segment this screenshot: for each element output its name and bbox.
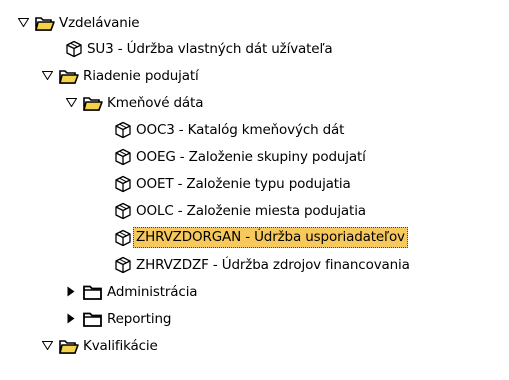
folder-closed-icon xyxy=(83,283,103,301)
tree-node-label: ZHRVZDZF - Údržba zdrojov financovania xyxy=(136,256,410,273)
cube-icon xyxy=(65,40,83,58)
tree-folder-node[interactable]: Riadenie podujatí xyxy=(40,62,199,89)
folder-open-icon xyxy=(83,94,103,112)
tree-node-label: Kvalifikácie xyxy=(83,337,158,354)
tree-folder-node[interactable]: Administrácia xyxy=(64,278,198,305)
tree-node-label: OOLC - Založenie miesta podujatia xyxy=(136,202,366,219)
cube-icon xyxy=(114,148,132,166)
triangle-down-icon[interactable] xyxy=(40,339,54,353)
tree-node-label: Riadenie podujatí xyxy=(83,67,199,84)
tree-folder-node[interactable]: Kvalifikácie xyxy=(40,332,158,359)
cube-icon xyxy=(114,175,132,193)
tree-node-label: Vzdelávanie xyxy=(59,14,140,31)
cube-icon xyxy=(114,256,132,274)
cube-icon xyxy=(114,202,132,220)
triangle-down-icon[interactable] xyxy=(64,96,78,110)
navigation-tree: Vzdelávanie SU3 - Údržba vlastných dát už… xyxy=(0,0,509,380)
tree-transaction-node[interactable]: SU3 - Údržba vlastných dát užívateľa xyxy=(65,35,333,62)
folder-open-icon xyxy=(59,337,79,355)
tree-node-label: OOET - Založenie typu podujatia xyxy=(136,175,351,192)
tree-transaction-node[interactable]: OOEG - Založenie skupiny podujatí xyxy=(114,143,366,170)
tree-node-label: Reporting xyxy=(107,310,172,327)
tree-transaction-node[interactable]: ZHRVZDORGAN - Údržba usporiadateľov xyxy=(114,224,408,251)
tree-folder-node[interactable]: Vzdelávanie xyxy=(16,9,140,36)
cube-icon xyxy=(114,121,132,139)
tree-node-label: Administrácia xyxy=(107,283,198,300)
tree-node-label: Kmeňové dáta xyxy=(107,94,204,111)
tree-transaction-node[interactable]: OOC3 - Katalóg kmeňových dát xyxy=(114,116,344,143)
tree-node-label: OOEG - Založenie skupiny podujatí xyxy=(136,148,366,165)
tree-folder-node[interactable]: Reporting xyxy=(64,305,171,332)
tree-node-label: SU3 - Údržba vlastných dát užívateľa xyxy=(87,40,333,57)
folder-open-icon xyxy=(35,14,55,32)
tree-transaction-node[interactable]: ZHRVZDZF - Údržba zdrojov financovania xyxy=(114,251,410,278)
triangle-right-icon[interactable] xyxy=(64,312,78,326)
triangle-down-icon[interactable] xyxy=(40,69,54,83)
tree-node-label: OOC3 - Katalóg kmeňových dát xyxy=(136,121,345,138)
folder-closed-icon xyxy=(83,310,103,328)
tree-folder-node[interactable]: Kmeňové dáta xyxy=(64,89,203,116)
triangle-right-icon[interactable] xyxy=(64,285,78,299)
tree-node-label: ZHRVZDORGAN - Údržba usporiadateľov xyxy=(133,227,408,248)
cube-icon xyxy=(114,229,132,247)
tree-transaction-node[interactable]: OOET - Založenie typu podujatia xyxy=(114,170,351,197)
tree-transaction-node[interactable]: OOLC - Založenie miesta podujatia xyxy=(114,197,366,224)
triangle-down-icon[interactable] xyxy=(16,16,30,30)
folder-open-icon xyxy=(59,67,79,85)
